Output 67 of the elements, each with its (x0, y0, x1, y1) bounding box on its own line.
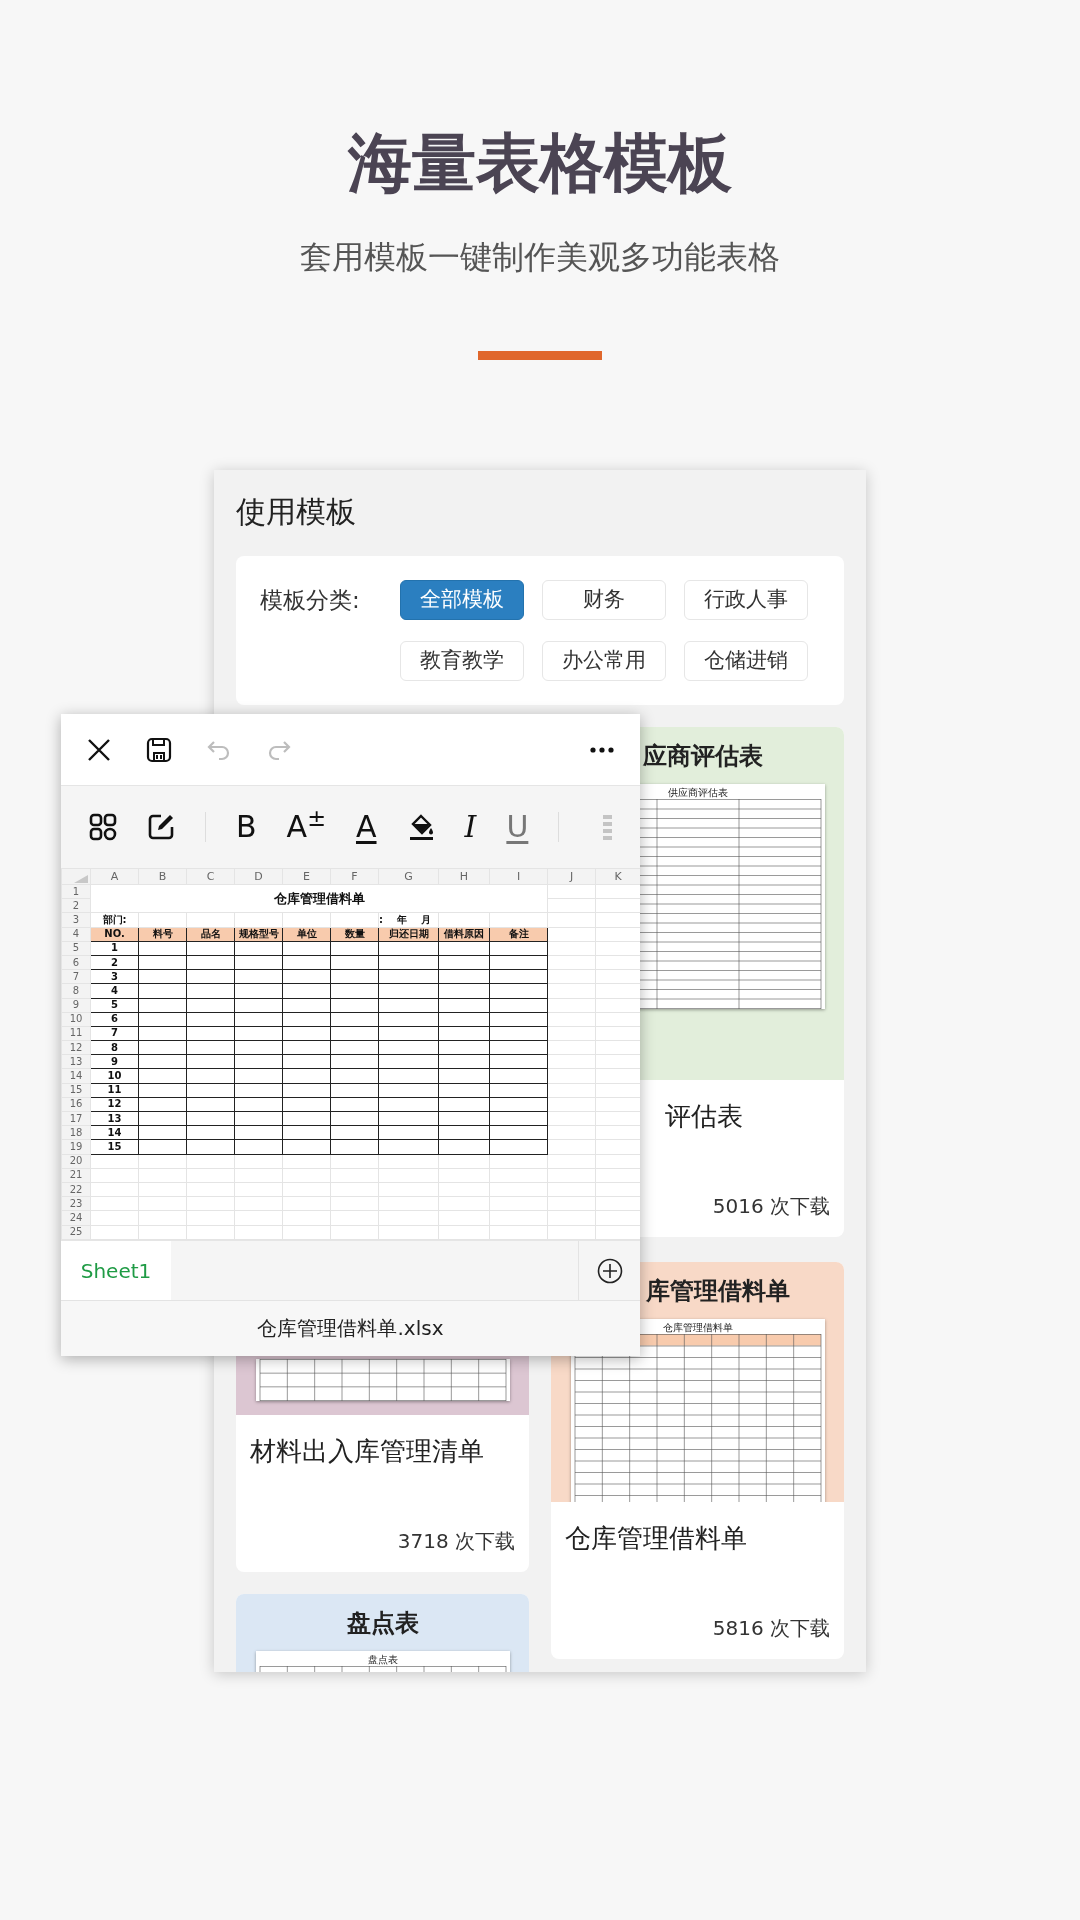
add-sheet-icon[interactable] (596, 1257, 623, 1284)
font-size-button[interactable]: A$^{±}$ (286, 812, 326, 842)
category-chip[interactable]: 财务 (542, 580, 666, 621)
column-letter: C (186, 868, 235, 885)
column-letter: J (547, 868, 596, 885)
column-letter: K (595, 868, 640, 885)
item-number: 13 (90, 1111, 139, 1126)
document-title: 供应商评估表 (667, 786, 728, 800)
item-number: 8 (90, 1040, 139, 1055)
date-label: : (379, 913, 383, 926)
font-color-button[interactable]: A (356, 812, 377, 842)
template-title: 评估表 (664, 1100, 744, 1134)
category-chip[interactable]: 办公常用 (542, 641, 666, 682)
column-letter: D (234, 868, 283, 885)
filter-label: 模板分类: (260, 586, 361, 616)
thumbnail-heading: 应商评估表 (643, 741, 763, 773)
item-number: 14 (90, 1125, 139, 1140)
apps-grid-icon[interactable] (89, 813, 117, 841)
bold-button[interactable]: B (236, 812, 257, 842)
drag-handle-icon[interactable] (601, 813, 614, 841)
download-count: 5816 次下载 (711, 1615, 830, 1643)
sheet-title: 仓库管理借料单 (90, 884, 548, 913)
thumbnail-heading: 库管理借料单 (646, 1276, 790, 1308)
item-number: 6 (90, 1012, 139, 1027)
template-card[interactable]: 盘点表 盘点表 (236, 1594, 529, 1673)
category-chip[interactable]: 全部模板 (400, 580, 524, 621)
page-subtitle: 套用模板一键制作美观多功能表格 (299, 237, 781, 277)
save-icon[interactable] (145, 735, 173, 764)
department-label: 部门: (90, 912, 139, 928)
underline-button[interactable]: U (506, 812, 529, 842)
column-letter: E (282, 868, 331, 885)
document-title: 仓库管理借料单 (662, 1321, 733, 1335)
category-chip[interactable]: 教育教学 (400, 641, 524, 682)
document-title: 盘点表 (367, 1653, 398, 1667)
download-count: 5016 次下载 (711, 1193, 830, 1221)
template-title: 仓库管理借料单 (565, 1522, 748, 1556)
column-letter: B (138, 868, 187, 885)
item-number: 1 (90, 941, 139, 956)
item-number: 5 (90, 998, 139, 1013)
panel-title: 使用模板 (236, 493, 357, 532)
download-count: 3718 次下载 (396, 1528, 515, 1556)
category-chip[interactable]: 行政人事 (684, 580, 808, 621)
item-number: 15 (90, 1139, 139, 1155)
column-letter: H (438, 868, 490, 885)
column-letter: F (330, 868, 379, 885)
item-number: 11 (90, 1083, 139, 1098)
item-number: 10 (90, 1068, 139, 1084)
category-chip[interactable]: 仓储进销 (684, 641, 808, 682)
item-number: 9 (90, 1054, 139, 1069)
item-number: 2 (90, 955, 139, 970)
template-card[interactable]: 库管理借料单 仓库管理借料单 仓库管理借料单 5816 次下载 (551, 1262, 844, 1660)
italic-button[interactable]: I (464, 812, 477, 842)
item-number: 7 (90, 1026, 139, 1041)
template-title: 材料出入库管理清单 (250, 1435, 485, 1469)
edit-icon[interactable] (147, 813, 175, 841)
column-letter: A (90, 868, 139, 885)
sheet-tab[interactable]: Sheet1 (61, 1241, 171, 1300)
item-number: 12 (90, 1097, 139, 1112)
item-number: 4 (90, 983, 139, 998)
column-letter: G (378, 868, 439, 885)
column-letter: I (489, 868, 548, 885)
date-label: 月 (421, 913, 431, 926)
file-name: 仓库管理借料单.xlsx (61, 1300, 640, 1356)
thumbnail-heading: 盘点表 (345, 1608, 420, 1640)
page-title: 海量表格模板 (347, 125, 733, 202)
date-label: 年 (397, 913, 407, 926)
item-number: 3 (90, 969, 139, 984)
